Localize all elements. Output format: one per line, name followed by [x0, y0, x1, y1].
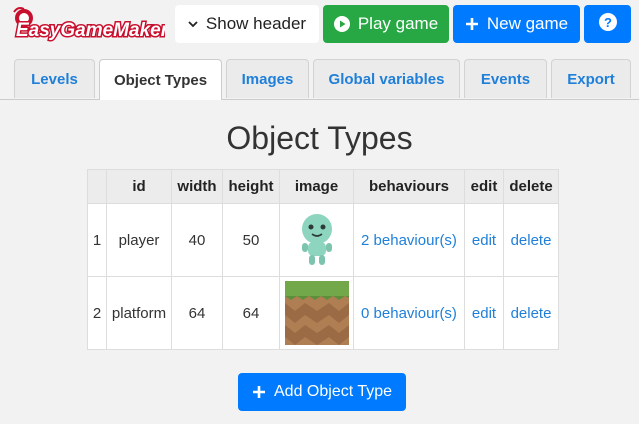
play-game-label: Play game: [357, 14, 439, 33]
object-image-cell: [279, 203, 354, 277]
column-header-image: image: [279, 169, 354, 204]
table-row: 1 player 40 50 2 behaviour(s) edit delet…: [87, 203, 559, 277]
edit-link[interactable]: edit: [464, 276, 504, 350]
row-index: 1: [87, 203, 107, 277]
show-header-button[interactable]: Show header: [175, 5, 319, 43]
object-height: 50: [222, 203, 280, 277]
new-game-button[interactable]: New game: [453, 5, 580, 43]
column-header-id: id: [106, 169, 172, 204]
column-header-edit: edit: [464, 169, 504, 204]
object-width: 40: [171, 203, 223, 277]
tab-bar: Levels Object Types Images Global variab…: [0, 59, 639, 100]
object-id: player: [106, 203, 172, 277]
play-game-button[interactable]: Play game: [323, 5, 449, 43]
question-icon: ?: [598, 12, 617, 36]
plus-icon: [465, 17, 479, 31]
show-header-label: Show header: [205, 14, 307, 33]
behaviours-link[interactable]: 2 behaviour(s): [353, 203, 465, 277]
help-button[interactable]: ?: [584, 5, 631, 43]
new-game-label: New game: [486, 14, 569, 33]
tab-levels[interactable]: Levels: [14, 59, 95, 98]
column-header-delete: delete: [503, 169, 559, 204]
svg-text:?: ?: [604, 15, 612, 30]
tab-export[interactable]: Export: [551, 59, 631, 98]
chevron-down-icon: [188, 19, 198, 29]
delete-link[interactable]: delete: [503, 203, 559, 277]
object-width: 64: [171, 276, 223, 350]
column-header-width: width: [171, 169, 223, 204]
play-circle-icon: [333, 16, 350, 32]
tab-global-variables[interactable]: Global variables: [313, 59, 460, 98]
green-alien-sprite: [301, 214, 332, 265]
table-header-row: id width height image behaviours edit de…: [87, 169, 559, 204]
plus-icon: [252, 385, 266, 399]
edit-link[interactable]: edit: [464, 203, 504, 277]
table-row: 2 platform 64 64 0 behaviour(s) edit del…: [87, 276, 559, 350]
tab-object-types[interactable]: Object Types: [99, 59, 222, 100]
object-id: platform: [106, 276, 172, 350]
grass-dirt-tile: [284, 281, 349, 345]
tab-images[interactable]: Images: [226, 59, 309, 98]
object-types-table: id width height image behaviours edit de…: [87, 169, 559, 350]
page-title: Object Types: [226, 120, 413, 156]
tab-events[interactable]: Events: [464, 59, 547, 98]
svg-text:EasyGameMaker: EasyGameMaker: [16, 20, 165, 41]
add-object-type-button[interactable]: Add Object Type: [238, 373, 406, 411]
behaviours-link[interactable]: 0 behaviour(s): [353, 276, 465, 350]
top-bar: EasyGameMaker Show header Play game New …: [0, 0, 639, 50]
row-index: 2: [87, 276, 107, 350]
app-logo[interactable]: EasyGameMaker: [10, 6, 171, 43]
object-image-cell: [279, 276, 354, 350]
object-height: 64: [222, 276, 280, 350]
column-header-height: height: [222, 169, 280, 204]
add-object-type-label: Add Object Type: [274, 383, 392, 400]
column-header-index: [87, 169, 107, 204]
delete-link[interactable]: delete: [503, 276, 559, 350]
column-header-behaviours: behaviours: [353, 169, 465, 204]
